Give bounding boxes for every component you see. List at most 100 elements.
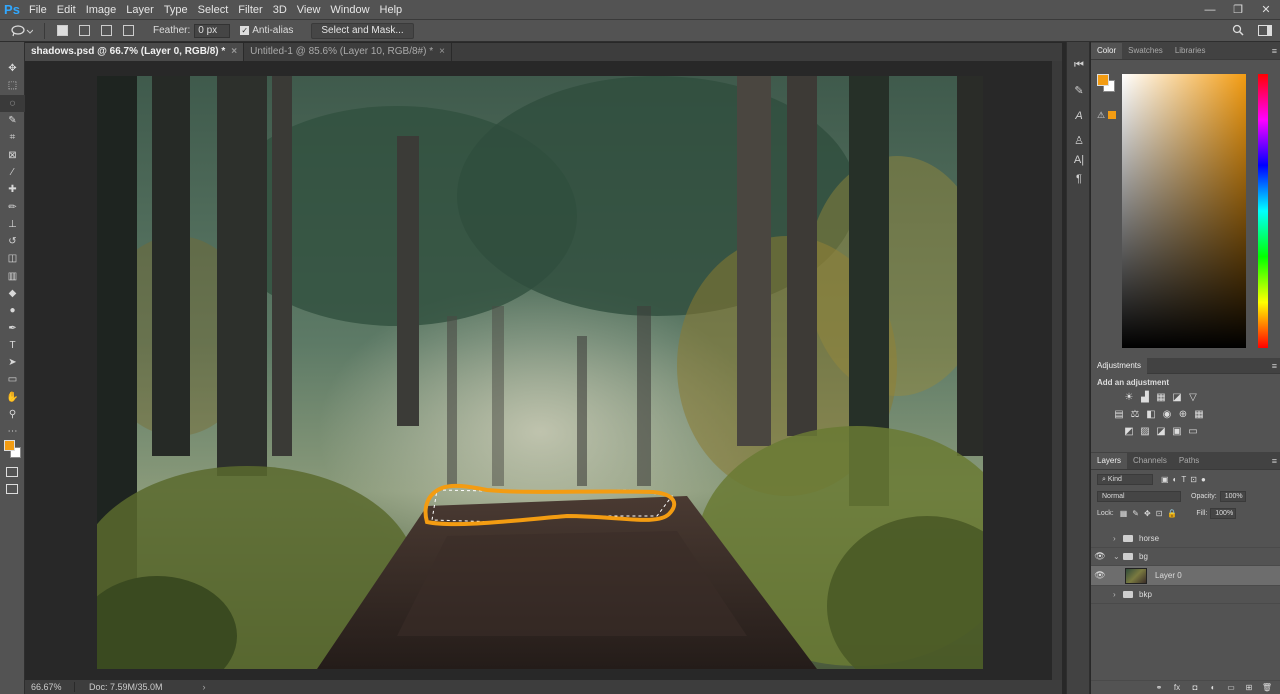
- clone-source-icon[interactable]: ♙: [1067, 131, 1091, 150]
- eraser-icon[interactable]: ◫: [0, 250, 25, 267]
- character-style-icon[interactable]: A|: [1067, 150, 1091, 169]
- history-brush-icon[interactable]: ↺: [0, 233, 25, 250]
- antialias-checkbox[interactable]: ✓: [240, 26, 250, 35]
- select-and-mask-button[interactable]: Select and Mask...: [311, 22, 414, 39]
- stamp-icon[interactable]: ⊥: [0, 216, 25, 233]
- eye-icon[interactable]: 👁: [1091, 570, 1109, 581]
- menu-file[interactable]: File: [24, 4, 52, 16]
- vibrance-icon[interactable]: ▽: [1185, 391, 1201, 404]
- menu-help[interactable]: Help: [375, 4, 408, 16]
- document-canvas[interactable]: [97, 76, 983, 669]
- search-icon[interactable]: [1232, 24, 1244, 39]
- feather-input[interactable]: 0 px: [194, 23, 231, 38]
- path-select-icon[interactable]: ➤: [0, 354, 25, 371]
- menu-image[interactable]: Image: [81, 4, 122, 16]
- layer-row-horse[interactable]: › horse: [1091, 530, 1280, 548]
- vertical-scrollbar[interactable]: [1052, 61, 1062, 680]
- lock-icons[interactable]: ▦✎✥⊡🔒: [1120, 509, 1183, 518]
- layer-style-icon[interactable]: fx: [1168, 683, 1186, 692]
- tab-swatches[interactable]: Swatches: [1122, 46, 1169, 55]
- zoom-icon[interactable]: ⚲: [0, 406, 25, 423]
- menu-view[interactable]: View: [292, 4, 326, 16]
- layer-row-layer0[interactable]: 👁 Layer 0: [1091, 566, 1280, 586]
- link-layers-icon[interactable]: ⚭: [1150, 683, 1168, 692]
- workspace-icon[interactable]: [1258, 25, 1272, 39]
- channel-mixer-icon[interactable]: ⊕: [1175, 408, 1191, 421]
- menu-layer[interactable]: Layer: [121, 4, 159, 16]
- tab-layers[interactable]: Layers: [1091, 452, 1128, 469]
- quick-select-icon[interactable]: ✎: [0, 112, 25, 129]
- blur-icon[interactable]: ◆: [0, 285, 25, 302]
- tab-color[interactable]: Color: [1091, 42, 1123, 59]
- move-icon[interactable]: ✥: [0, 60, 25, 77]
- color-balance-icon[interactable]: ⚖: [1127, 408, 1143, 421]
- marquee-icon[interactable]: ⬚: [0, 77, 25, 94]
- gradient-map-icon[interactable]: ▭: [1185, 425, 1201, 438]
- tab-paths[interactable]: Paths: [1173, 456, 1205, 465]
- frame-icon[interactable]: ⊠: [0, 146, 25, 163]
- chevron-right-icon[interactable]: ›: [163, 682, 206, 692]
- dodge-icon[interactable]: ●: [0, 302, 25, 319]
- tab-shadows[interactable]: shadows.psd @ 66.7% (Layer 0, RGB/8) * ×: [25, 43, 245, 61]
- invert-icon[interactable]: ◩: [1121, 425, 1137, 438]
- new-layer-icon[interactable]: ⊞: [1240, 683, 1258, 692]
- panel-menu-icon[interactable]: ≡: [1272, 361, 1277, 371]
- menu-edit[interactable]: Edit: [52, 4, 81, 16]
- pen-icon[interactable]: ✒: [0, 319, 25, 336]
- menu-window[interactable]: Window: [325, 4, 374, 16]
- minimize-button[interactable]: —: [1196, 0, 1224, 20]
- tab-channels[interactable]: Channels: [1127, 456, 1173, 465]
- adjustment-layer-icon[interactable]: ◐: [1204, 683, 1222, 692]
- tab-libraries[interactable]: Libraries: [1169, 46, 1212, 55]
- quick-mask-icon[interactable]: [6, 467, 18, 477]
- opacity-input[interactable]: 100%: [1219, 490, 1246, 502]
- hand-icon[interactable]: ✋: [0, 389, 25, 406]
- tab-adjustments[interactable]: Adjustments: [1091, 357, 1148, 374]
- brightness-icon[interactable]: ☀: [1121, 391, 1137, 404]
- new-group-icon[interactable]: ▭: [1222, 683, 1240, 692]
- lasso-preset-icon[interactable]: [8, 24, 36, 38]
- filter-kind-select[interactable]: ⌕ Kind: [1097, 473, 1153, 485]
- posterize-icon[interactable]: ▨: [1137, 425, 1153, 438]
- eye-icon[interactable]: 👁: [1091, 551, 1109, 562]
- layer-filter-icons[interactable]: ▣◐T⊡●: [1161, 475, 1210, 484]
- lasso-icon[interactable]: ◌: [0, 94, 25, 112]
- gradient-icon[interactable]: ▥: [0, 268, 25, 285]
- trash-icon[interactable]: 🗑: [1258, 683, 1276, 692]
- new-selection-icon[interactable]: [53, 24, 71, 38]
- healing-icon[interactable]: ✚: [0, 181, 25, 198]
- fg-swatch[interactable]: [1097, 74, 1109, 86]
- web-color-swatch[interactable]: [1108, 111, 1116, 119]
- screen-mode-icon[interactable]: [6, 484, 18, 494]
- menu-type[interactable]: Type: [159, 4, 193, 16]
- paragraph-icon[interactable]: ¶: [1067, 169, 1091, 188]
- add-mask-icon[interactable]: ◘: [1186, 683, 1204, 692]
- history-icon[interactable]: ⏮: [1067, 56, 1091, 75]
- chevron-right-icon[interactable]: ›: [1113, 590, 1121, 599]
- levels-icon[interactable]: ▟: [1137, 391, 1153, 404]
- panel-menu-icon[interactable]: ≡: [1272, 46, 1277, 56]
- intersect-selection-icon[interactable]: [119, 24, 137, 38]
- type-icon[interactable]: T: [0, 337, 25, 354]
- more-icon[interactable]: ⋯: [0, 423, 25, 440]
- subtract-selection-icon[interactable]: [97, 24, 115, 38]
- close-icon[interactable]: ×: [231, 46, 237, 57]
- selective-color-icon[interactable]: ▣: [1169, 425, 1185, 438]
- character-icon[interactable]: A: [1067, 106, 1091, 125]
- brush-settings-icon[interactable]: ✎: [1067, 81, 1091, 100]
- tab-untitled[interactable]: Untitled-1 @ 85.6% (Layer 10, RGB/8#) * ×: [244, 43, 452, 61]
- brush-icon[interactable]: ✏: [0, 198, 25, 215]
- threshold-icon[interactable]: ◪: [1153, 425, 1169, 438]
- black-white-icon[interactable]: ◧: [1143, 408, 1159, 421]
- eyedropper-icon[interactable]: ⁄: [0, 164, 25, 181]
- menu-3d[interactable]: 3D: [268, 4, 292, 16]
- add-selection-icon[interactable]: [75, 24, 93, 38]
- chevron-right-icon[interactable]: ›: [1113, 534, 1121, 543]
- zoom-level[interactable]: 66.67%: [25, 682, 75, 692]
- fill-input[interactable]: 100%: [1210, 507, 1237, 519]
- foreground-color-swatch[interactable]: [4, 440, 15, 451]
- rectangle-icon[interactable]: ▭: [0, 371, 25, 388]
- close-button[interactable]: ✕: [1252, 0, 1280, 20]
- curves-icon[interactable]: ▦: [1153, 391, 1169, 404]
- menu-select[interactable]: Select: [193, 4, 234, 16]
